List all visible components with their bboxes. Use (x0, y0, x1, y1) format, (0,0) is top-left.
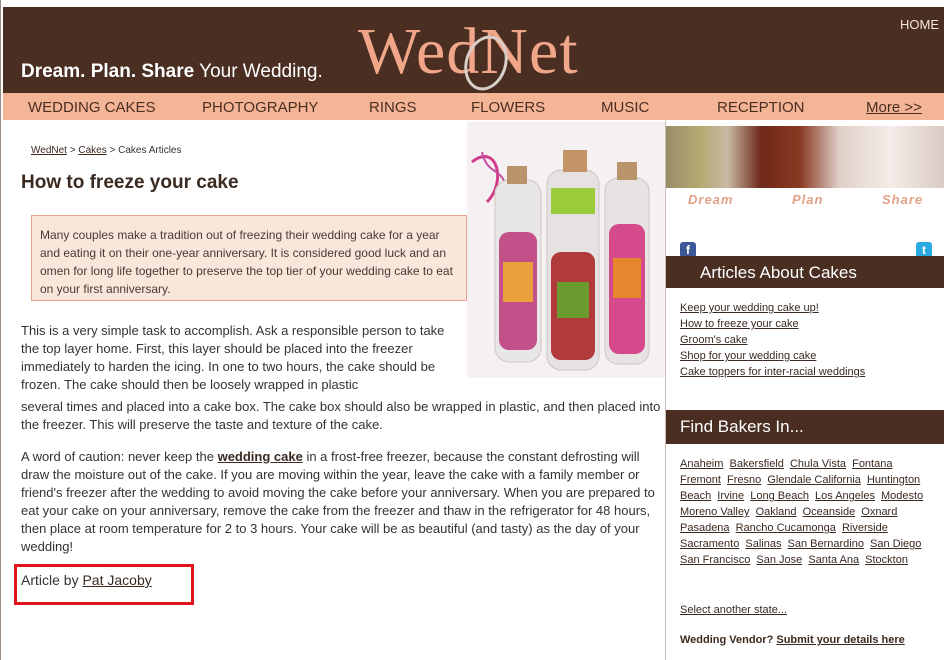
nav-music[interactable]: MUSIC (601, 99, 649, 116)
bottles-illustration (467, 122, 665, 378)
city-link[interactable]: Oceanside (803, 506, 856, 518)
city-link[interactable]: Fremont (680, 474, 721, 486)
nav-flowers[interactable]: FLOWERS (471, 99, 545, 116)
nav-wedding-cakes[interactable]: WEDDING CAKES (28, 99, 156, 116)
bakers-heading: Find Bakers In... (666, 410, 944, 444)
city-link[interactable]: Sacramento (680, 538, 739, 550)
tagline-bold: Dream. Plan. Share (21, 61, 195, 82)
tagline-rest: Your Wedding. (194, 61, 323, 82)
article-link[interactable]: Cake toppers for inter-racial weddings (680, 366, 865, 378)
breadcrumb-home-link[interactable]: WedNet (31, 145, 67, 156)
city-link[interactable]: Santa Ana (808, 554, 859, 566)
highlight-box (14, 564, 194, 605)
city-link[interactable]: Moreno Valley (680, 506, 750, 518)
article-intro-box: Many couples make a tradition out of fre… (31, 215, 467, 301)
article-link[interactable]: How to freeze your cake (680, 318, 799, 330)
city-link[interactable]: Oakland (756, 506, 797, 518)
city-link[interactable]: Anaheim (680, 458, 723, 470)
city-link[interactable]: Chula Vista (790, 458, 846, 470)
city-link[interactable]: Stockton (865, 554, 908, 566)
city-link[interactable]: San Jose (756, 554, 802, 566)
sidebar: Dream Plan Share f t Articles About Cake… (665, 120, 944, 660)
city-link[interactable]: Irvine (717, 490, 744, 502)
article-paragraph-1a: This is a very simple task to accomplish… (21, 323, 445, 392)
nav-photography[interactable]: PHOTOGRAPHY (202, 99, 318, 116)
breadcrumb: WedNet > Cakes > Cakes Articles (31, 145, 181, 156)
photo-word-dream: Dream (688, 192, 734, 207)
home-link[interactable]: HOME (900, 17, 939, 32)
article-link[interactable]: Groom's cake (680, 334, 748, 346)
city-links-list: Anaheim Bakersfield Chula Vista Fontana … (680, 456, 942, 568)
city-link[interactable]: Oxnard (861, 506, 897, 518)
article-paragraph-2: A word of caution: never keep the weddin… (21, 448, 661, 556)
city-link[interactable]: Fresno (727, 474, 761, 486)
city-link[interactable]: Glendale California (767, 474, 861, 486)
city-link[interactable]: Fontana (852, 458, 892, 470)
city-link[interactable]: Bakersfield (729, 458, 783, 470)
city-link[interactable]: Rancho Cucamonga (736, 522, 836, 534)
page: Dream. Plan. Share Your Wedding. WedNet … (0, 0, 944, 660)
site-tagline: Dream. Plan. Share Your Wedding. (21, 61, 323, 83)
vendor-callout: Wedding Vendor? Submit your details here (680, 634, 905, 646)
vendor-prefix: Wedding Vendor? (680, 634, 777, 646)
breadcrumb-separator: > (66, 145, 79, 156)
city-link[interactable]: San Francisco (680, 554, 750, 566)
city-link[interactable]: San Bernardino (788, 538, 864, 550)
hero-image-bottles (467, 122, 665, 378)
city-link[interactable]: Salinas (745, 538, 781, 550)
nav-reception[interactable]: RECEPTION (717, 99, 805, 116)
wedding-cake-link[interactable]: wedding cake (218, 449, 303, 464)
breadcrumb-separator: > (106, 145, 119, 156)
main-nav: WEDDING CAKES PHOTOGRAPHY RINGS FLOWERS … (3, 93, 944, 120)
breadcrumb-current: Cakes Articles (118, 145, 182, 156)
article-paragraph-1b: several times and placed into a cake box… (21, 399, 661, 432)
articles-heading: Articles About Cakes (666, 256, 944, 288)
sidebar-photo-strip (666, 126, 944, 188)
select-state-link[interactable]: Select another state... (680, 604, 787, 616)
nav-rings[interactable]: RINGS (369, 99, 417, 116)
article-link[interactable]: Keep your wedding cake up! (680, 302, 819, 314)
submit-details-link[interactable]: Submit your details here (776, 634, 904, 646)
nav-more-link[interactable]: More >> (866, 99, 922, 116)
city-link[interactable]: Los Angeles (815, 490, 875, 502)
article-title: How to freeze your cake (21, 172, 239, 193)
photo-word-plan: Plan (792, 192, 824, 207)
city-link[interactable]: Riverside (842, 522, 888, 534)
city-link[interactable]: Long Beach (750, 490, 809, 502)
site-header: Dream. Plan. Share Your Wedding. WedNet … (3, 7, 944, 97)
breadcrumb-cakes-link[interactable]: Cakes (78, 145, 106, 156)
photo-word-share: Share (882, 192, 924, 207)
city-link[interactable]: Modesto (881, 490, 923, 502)
paragraph-2-lead: A word of caution: never keep the (21, 449, 218, 464)
paragraph-2-rest: in a frost-free freezer, because the con… (21, 449, 655, 554)
city-link[interactable]: Pasadena (680, 522, 730, 534)
article-link[interactable]: Shop for your wedding cake (680, 350, 816, 362)
city-link[interactable]: San Diego (870, 538, 921, 550)
